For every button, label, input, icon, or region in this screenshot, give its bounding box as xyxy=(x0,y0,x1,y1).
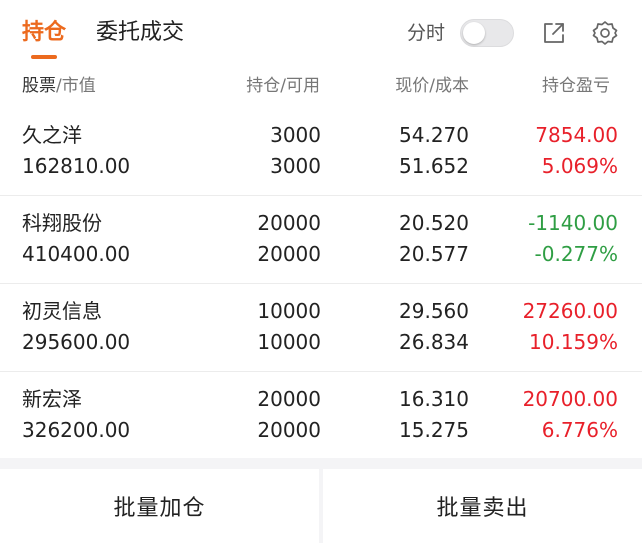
current-price: 54.270 xyxy=(399,123,469,147)
stock-name: 初灵信息 xyxy=(22,299,102,323)
fenshi-toggle[interactable] xyxy=(460,19,514,47)
market-value: 162810.00 xyxy=(22,154,131,178)
tab-orders-trades[interactable]: 委托成交 xyxy=(96,18,184,48)
batch-add-button[interactable]: 批量加仓 xyxy=(0,469,319,543)
holding-row[interactable]: 新宏泽 326200.00 20000 20000 16.310 15.275 … xyxy=(0,372,642,460)
market-value: 410400.00 xyxy=(22,242,131,266)
holding-row[interactable]: 科翔股份 410400.00 20000 20000 20.520 20.577… xyxy=(0,196,642,284)
profit-amount: 27260.00 xyxy=(522,299,618,323)
cost-price: 15.275 xyxy=(399,418,469,442)
stock-name: 新宏泽 xyxy=(22,387,82,411)
profit-amount: -1140.00 xyxy=(528,211,618,235)
current-price: 29.560 xyxy=(399,299,469,323)
header-position: 持仓/可用 xyxy=(246,76,320,96)
tab-holdings[interactable]: 持仓 xyxy=(22,18,66,48)
column-header: 股票/市值 持仓/可用 现价/成本 持仓盈亏 xyxy=(0,70,642,102)
current-price: 20.520 xyxy=(399,211,469,235)
available-qty: 20000 xyxy=(257,242,321,266)
current-price: 16.310 xyxy=(399,387,469,411)
holdings-panel: 持仓 委托成交 分时 股票/市值 持仓/可用 现价/成本 持仓盈亏 久之洋 16… xyxy=(0,0,642,458)
profit-percent: 5.069% xyxy=(541,154,618,178)
stock-name: 科翔股份 xyxy=(22,211,102,235)
available-qty: 3000 xyxy=(270,154,321,178)
bottom-action-bar: 批量加仓 批量卖出 xyxy=(0,469,642,543)
header-price: 现价/成本 xyxy=(395,76,469,96)
fenshi-label: 分时 xyxy=(407,22,446,44)
available-qty: 10000 xyxy=(257,330,321,354)
gear-icon[interactable] xyxy=(590,18,620,48)
cost-price: 51.652 xyxy=(399,154,469,178)
header-profit: 持仓盈亏 xyxy=(542,76,610,96)
market-value: 295600.00 xyxy=(22,330,131,354)
batch-sell-button[interactable]: 批量卖出 xyxy=(323,469,642,543)
profit-percent: 10.159% xyxy=(529,330,618,354)
holding-row[interactable]: 久之洋 162810.00 3000 3000 54.270 51.652 78… xyxy=(0,108,642,196)
tab-bar: 持仓 委托成交 分时 xyxy=(0,0,642,64)
available-qty: 20000 xyxy=(257,418,321,442)
position-qty: 20000 xyxy=(257,387,321,411)
header-stock-label: 股票 xyxy=(22,76,56,96)
cost-price: 20.577 xyxy=(399,242,469,266)
toggle-knob xyxy=(463,22,485,44)
position-qty: 10000 xyxy=(257,299,321,323)
header-stock[interactable]: 股票/市值 xyxy=(22,74,96,98)
profit-amount: 20700.00 xyxy=(522,387,618,411)
stock-name: 久之洋 xyxy=(22,123,82,147)
position-qty: 20000 xyxy=(257,211,321,235)
holding-row[interactable]: 初灵信息 295600.00 10000 10000 29.560 26.834… xyxy=(0,284,642,372)
cost-price: 26.834 xyxy=(399,330,469,354)
profit-percent: 6.776% xyxy=(541,418,618,442)
header-market-value-label: 市值 xyxy=(61,76,96,96)
profit-amount: 7854.00 xyxy=(535,123,618,147)
position-qty: 3000 xyxy=(270,123,321,147)
profit-percent: -0.277% xyxy=(534,242,618,266)
market-value: 326200.00 xyxy=(22,418,131,442)
active-tab-indicator xyxy=(31,55,57,59)
share-icon[interactable] xyxy=(539,18,569,48)
